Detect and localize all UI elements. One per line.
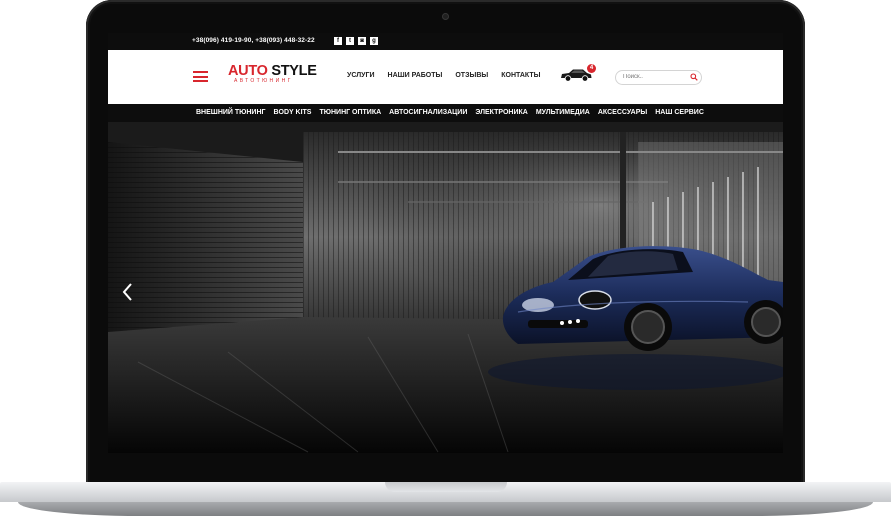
social-links: f t ◙ g — [334, 37, 378, 45]
nav-reviews[interactable]: ОТЗЫВЫ — [455, 72, 488, 79]
category-our-service[interactable]: НАШ СЕРВИС — [655, 109, 704, 116]
category-optics-tuning[interactable]: ТЮНИНГ ОПТИКА — [319, 109, 381, 116]
cart-count-badge: 4 — [587, 64, 596, 73]
laptop-notch — [385, 482, 507, 492]
camera-dot — [442, 13, 449, 20]
search-input[interactable] — [623, 72, 683, 82]
logo-style: STYLE — [271, 63, 317, 79]
hamburger-menu-icon[interactable] — [193, 71, 208, 82]
category-accessories[interactable]: АКСЕССУАРЫ — [598, 109, 647, 116]
category-multimedia[interactable]: МУЛЬТИМЕДИА — [536, 109, 590, 116]
slider-prev-arrow-icon[interactable] — [122, 282, 134, 302]
category-electronics[interactable]: ЭЛЕКТРОНИКА — [475, 109, 527, 116]
laptop-base — [0, 482, 891, 520]
hero-slider — [108, 122, 783, 453]
nav-our-works[interactable]: НАШИ РАБОТЫ — [388, 72, 443, 79]
main-nav: УСЛУГИ НАШИ РАБОТЫ ОТЗЫВЫ КОНТАКТЫ — [347, 72, 540, 79]
phone-numbers: +38(096) 419-19-90, +38(093) 448-32-22 — [192, 37, 315, 44]
top-bar: +38(096) 419-19-90, +38(093) 448-32-22 f… — [108, 33, 783, 50]
category-nav: ВНЕШНИЙ ТЮНИНГ BODY KITS ТЮНИНГ ОПТИКА А… — [108, 104, 783, 122]
search-icon[interactable] — [690, 73, 698, 81]
laptop-screen: +38(096) 419-19-90, +38(093) 448-32-22 f… — [108, 33, 783, 453]
site-header: AUTO STYLE АВТОТЮНИНГ УСЛУГИ НАШИ РАБОТЫ… — [108, 50, 783, 104]
nav-contacts[interactable]: КОНТАКТЫ — [501, 72, 540, 79]
site-logo[interactable]: AUTO STYLE АВТОТЮНИНГ — [228, 63, 328, 93]
logo-auto: AUTO — [228, 63, 268, 79]
instagram-icon[interactable]: ◙ — [358, 37, 366, 45]
search-box — [615, 70, 702, 85]
hero-image — [108, 122, 783, 453]
category-exterior-tuning[interactable]: ВНЕШНИЙ ТЮНИНГ — [196, 109, 265, 116]
facebook-icon[interactable]: f — [334, 37, 342, 45]
twitter-icon[interactable]: t — [346, 37, 354, 45]
category-body-kits[interactable]: BODY KITS — [273, 109, 311, 116]
nav-services[interactable]: УСЛУГИ — [347, 72, 375, 79]
cart-button[interactable]: 4 — [559, 64, 597, 85]
google-plus-icon[interactable]: g — [370, 37, 378, 45]
category-alarms[interactable]: АВТОСИГНАЛИЗАЦИИ — [389, 109, 467, 116]
